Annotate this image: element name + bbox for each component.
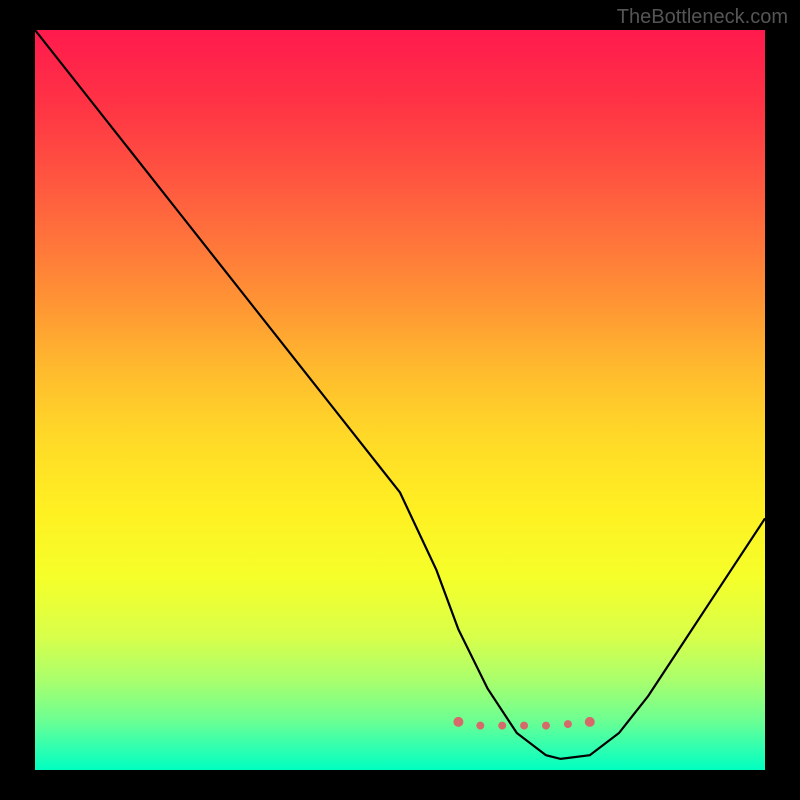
valley-marker-dot xyxy=(564,720,572,728)
valley-marker-dot xyxy=(542,722,550,730)
valley-markers-group xyxy=(453,717,594,730)
valley-marker-dot xyxy=(520,722,528,730)
chart-svg xyxy=(35,30,765,770)
valley-marker-dot xyxy=(585,717,595,727)
valley-marker-dot xyxy=(476,722,484,730)
valley-marker-dot xyxy=(453,717,463,727)
bottleneck-curve-path xyxy=(35,30,765,759)
valley-marker-dot xyxy=(498,722,506,730)
watermark-text: TheBottleneck.com xyxy=(617,6,788,29)
chart-container xyxy=(35,30,765,770)
